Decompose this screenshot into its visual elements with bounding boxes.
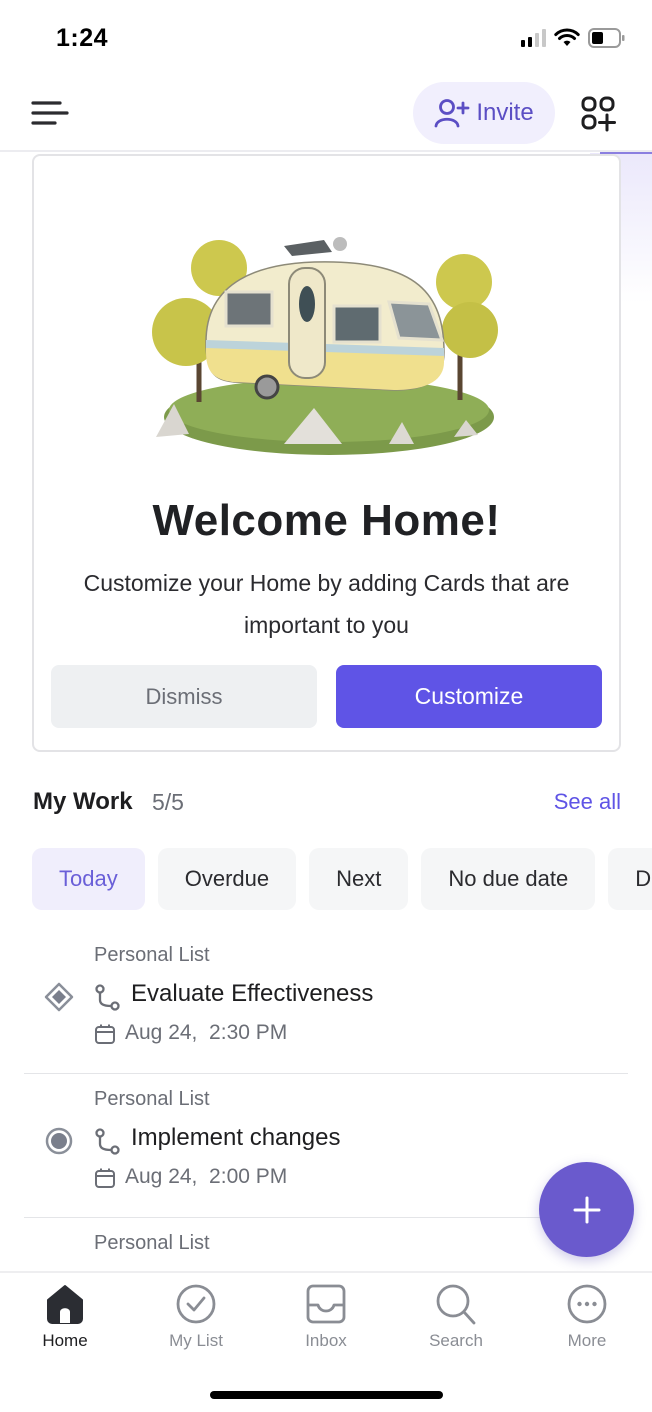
invite-button[interactable]: Invite bbox=[413, 82, 555, 144]
welcome-title: Welcome Home! bbox=[152, 496, 501, 545]
calendar-icon bbox=[95, 1168, 115, 1188]
diamond-status-icon[interactable] bbox=[44, 982, 74, 1012]
nav-label: Search bbox=[429, 1331, 483, 1350]
wifi-icon bbox=[554, 28, 580, 46]
add-task-fab[interactable] bbox=[539, 1162, 634, 1257]
task-row[interactable]: Personal List Evaluate Effectiveness Aug… bbox=[24, 930, 628, 1074]
hamburger-menu-icon bbox=[31, 101, 69, 125]
see-all-link[interactable]: See all bbox=[554, 789, 621, 815]
tab-no-due-date[interactable]: No due date bbox=[421, 848, 596, 910]
home-icon bbox=[47, 1285, 83, 1324]
status-icons bbox=[521, 28, 626, 48]
add-app-button[interactable] bbox=[580, 96, 618, 132]
inbox-icon bbox=[306, 1284, 346, 1324]
dismiss-button[interactable]: Dismiss bbox=[51, 665, 317, 728]
add-app-grid-icon bbox=[581, 96, 616, 132]
camper-trailer-illustration bbox=[152, 237, 498, 455]
top-header: Invite bbox=[0, 76, 652, 152]
cellular-signal-icon bbox=[521, 29, 546, 47]
battery-icon bbox=[588, 28, 625, 48]
status-bar: 1:24 bbox=[0, 0, 652, 76]
task-list-name: Personal List bbox=[94, 1232, 210, 1254]
tab-delegated[interactable]: D bbox=[608, 848, 652, 910]
task-row[interactable]: Personal List Implement changes Aug 24, … bbox=[24, 1074, 628, 1218]
menu-button[interactable] bbox=[30, 98, 70, 130]
my-work-count: 5/5 bbox=[152, 789, 184, 815]
nav-label: Home bbox=[42, 1331, 88, 1350]
task-title[interactable]: Evaluate Effectiveness bbox=[131, 980, 373, 1008]
customize-button[interactable]: Customize bbox=[336, 665, 602, 728]
nav-home[interactable]: Home bbox=[10, 1283, 120, 1363]
subtask-icon bbox=[95, 984, 120, 1011]
home-indicator bbox=[210, 1391, 443, 1399]
my-work-title: My Work bbox=[33, 788, 133, 815]
check-circle-icon bbox=[176, 1284, 216, 1324]
my-work-tabs: Today Overdue Next No due date D bbox=[32, 848, 652, 910]
tab-next[interactable]: Next bbox=[309, 848, 409, 910]
search-icon bbox=[436, 1284, 476, 1325]
calendar-icon bbox=[95, 1024, 115, 1044]
invite-label: Invite bbox=[476, 99, 534, 126]
task-due-date: Aug 24, 2:30 PM bbox=[125, 1021, 288, 1044]
tab-today[interactable]: Today bbox=[32, 848, 145, 910]
nav-more[interactable]: More bbox=[532, 1283, 642, 1363]
task-row[interactable]: Personal List bbox=[24, 1218, 628, 1270]
nav-my-list[interactable]: My List bbox=[141, 1283, 251, 1363]
status-time: 1:24 bbox=[56, 24, 109, 52]
nav-label: Inbox bbox=[305, 1331, 347, 1350]
task-due-date: Aug 24, 2:00 PM bbox=[125, 1165, 288, 1188]
more-icon bbox=[567, 1284, 607, 1324]
radio-status-icon[interactable] bbox=[44, 1126, 74, 1156]
nav-search[interactable]: Search bbox=[401, 1283, 511, 1363]
nav-label: My List bbox=[169, 1331, 223, 1350]
nav-inbox[interactable]: Inbox bbox=[271, 1283, 381, 1363]
task-title[interactable]: Implement changes bbox=[131, 1124, 340, 1152]
welcome-card: Welcome Home! Customize your Home by add… bbox=[32, 154, 621, 752]
nav-label: More bbox=[567, 1331, 607, 1350]
add-user-icon bbox=[434, 99, 470, 128]
task-list-name: Personal List bbox=[94, 1088, 210, 1110]
welcome-subtitle: Customize your Home by adding Cards that… bbox=[83, 570, 570, 638]
plus-icon bbox=[573, 1196, 600, 1223]
subtask-icon bbox=[95, 1128, 120, 1155]
task-list-name: Personal List bbox=[94, 944, 210, 966]
tab-overdue[interactable]: Overdue bbox=[157, 848, 297, 910]
my-work-header: My Work 5/5 See all bbox=[33, 786, 621, 822]
